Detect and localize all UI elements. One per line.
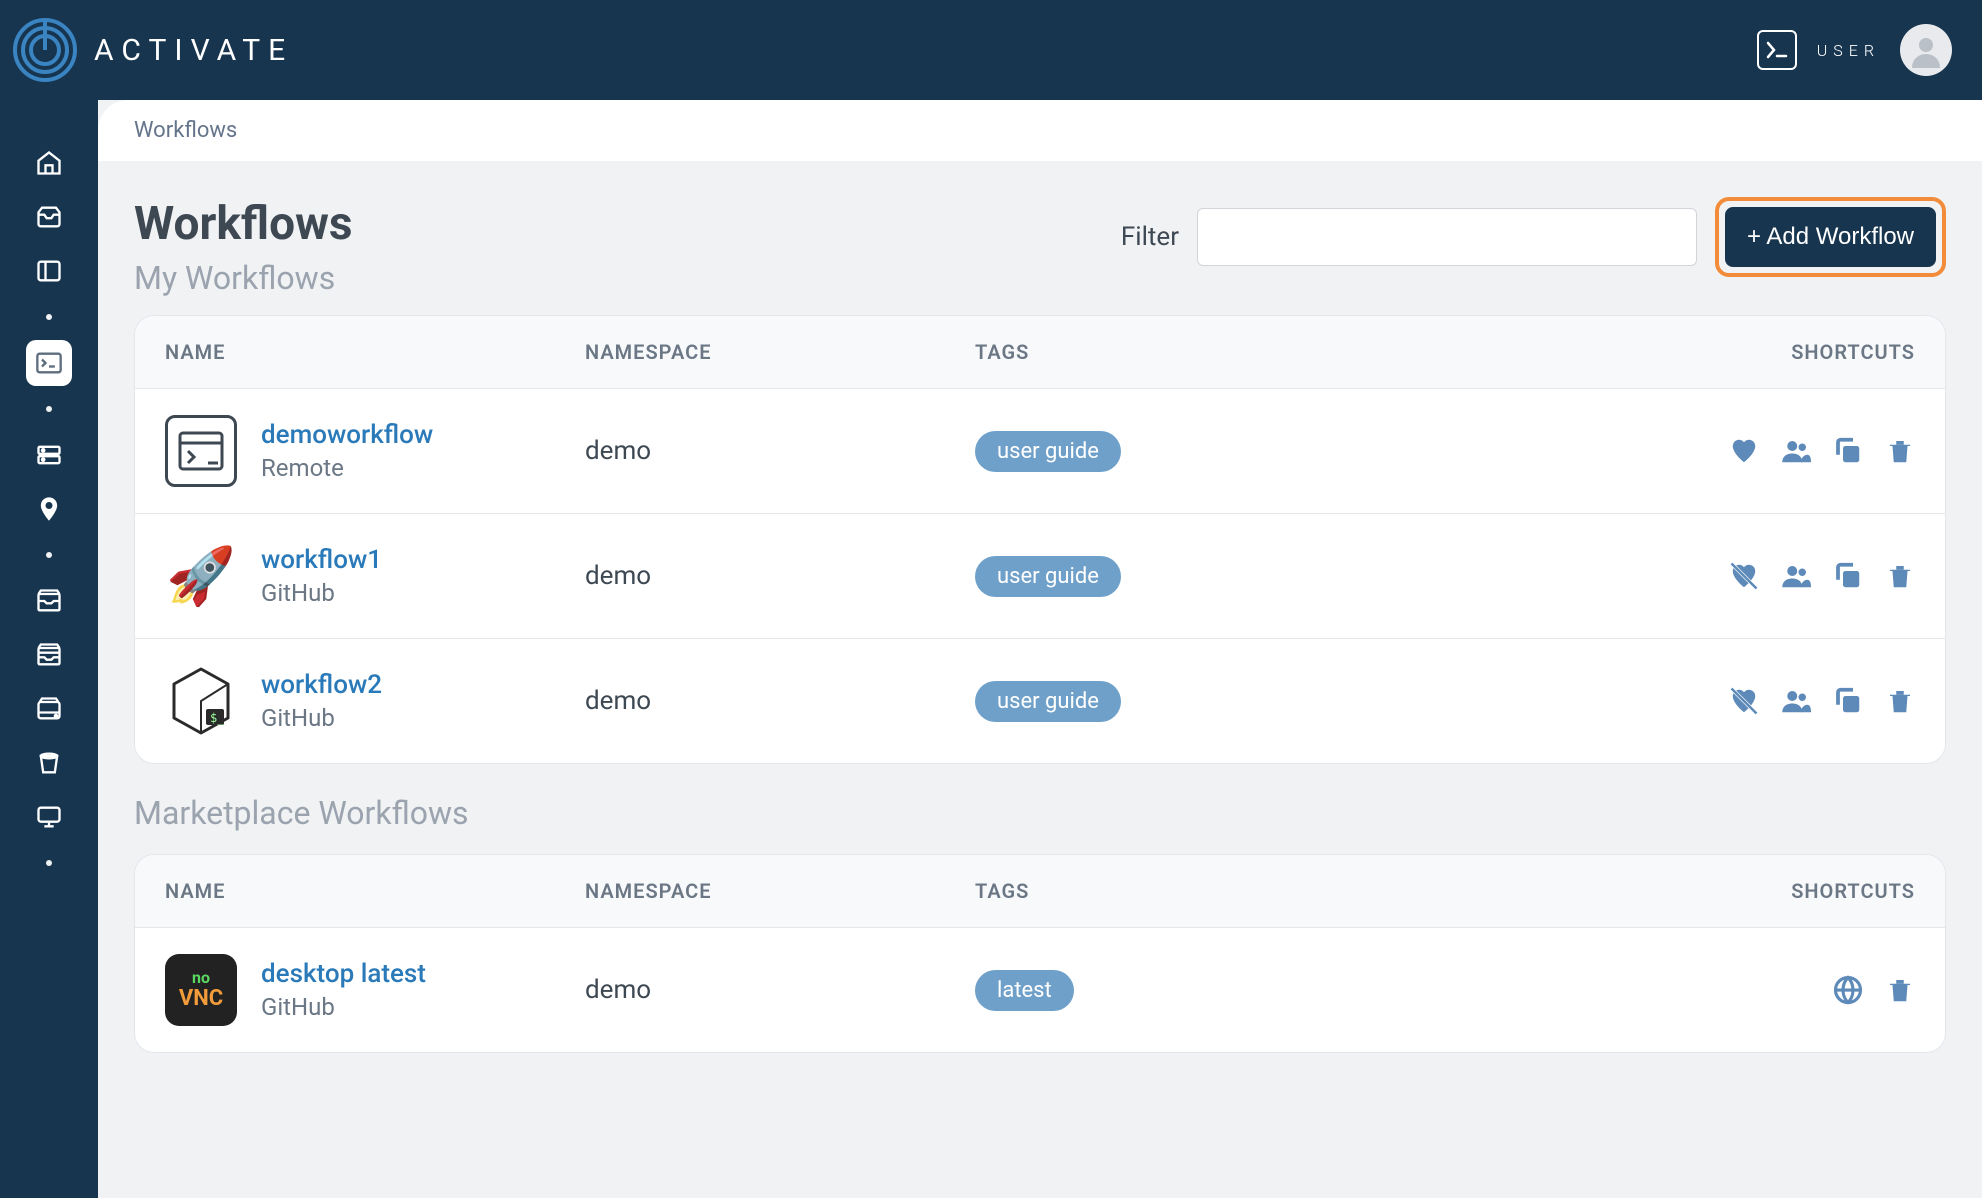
- workflow-tag[interactable]: user guide: [975, 681, 1121, 722]
- users-icon[interactable]: [1781, 436, 1811, 466]
- workflow-browser-icon: [165, 415, 237, 487]
- nav-home[interactable]: [26, 140, 72, 186]
- heart-icon[interactable]: [1729, 436, 1759, 466]
- workflow-source: GitHub: [261, 993, 426, 1021]
- topbar-right: USER: [1757, 24, 1952, 76]
- brand-name: ACTIVATE: [94, 33, 293, 68]
- copy-icon[interactable]: [1833, 686, 1863, 716]
- table-row: demoworkflow Remote demo user guide: [135, 389, 1945, 514]
- workflow-namespace: demo: [585, 975, 975, 1005]
- nav-divider: [46, 314, 52, 320]
- workflow-tag[interactable]: user guide: [975, 556, 1121, 597]
- nav-terminal-active[interactable]: [26, 340, 72, 386]
- page-header: Workflows My Workflows Filter + Add Work…: [134, 197, 1946, 297]
- brand[interactable]: ACTIVATE: [10, 15, 293, 85]
- marketplace-workflows-table: NAME NAMESPACE TAGS SHORTCUTS noVNC desk…: [134, 854, 1946, 1053]
- brand-logo-icon: [10, 15, 80, 85]
- marketplace-section-title: Marketplace Workflows: [134, 794, 1946, 832]
- th-shortcuts: SHORTCUTS: [1685, 340, 1915, 364]
- sidebar: [0, 100, 98, 1198]
- workflow-cube-icon: $_: [165, 665, 237, 737]
- nav-panel[interactable]: [26, 248, 72, 294]
- svg-text:$_: $_: [210, 711, 225, 725]
- nav-bucket[interactable]: [26, 740, 72, 786]
- th-namespace: NAMESPACE: [585, 340, 975, 364]
- terminal-button[interactable]: [1757, 30, 1797, 70]
- user-avatar[interactable]: [1900, 24, 1952, 76]
- workflow-link[interactable]: workflow2: [261, 670, 382, 700]
- nav-archive[interactable]: [26, 578, 72, 624]
- users-icon[interactable]: [1781, 686, 1811, 716]
- user-label: USER: [1817, 41, 1880, 60]
- nav-drive[interactable]: [26, 686, 72, 732]
- page-subtitle: My Workflows: [134, 259, 353, 297]
- topbar: ACTIVATE USER: [0, 0, 1982, 100]
- workflow-rocket-icon: 🚀: [165, 540, 237, 612]
- workflow-vnc-icon: noVNC: [165, 954, 237, 1026]
- add-workflow-highlight: + Add Workflow: [1715, 197, 1946, 277]
- filter-input[interactable]: [1197, 208, 1697, 266]
- table-header: NAME NAMESPACE TAGS SHORTCUTS: [135, 855, 1945, 928]
- trash-icon[interactable]: [1885, 436, 1915, 466]
- table-row: 🚀 workflow1 GitHub demo user guide: [135, 514, 1945, 639]
- th-name: NAME: [165, 340, 585, 364]
- th-tags: TAGS: [975, 879, 1685, 903]
- users-icon[interactable]: [1781, 561, 1811, 591]
- filter-label: Filter: [1121, 222, 1179, 252]
- th-shortcuts: SHORTCUTS: [1685, 879, 1915, 903]
- table-row: noVNC desktop latest GitHub demo latest: [135, 928, 1945, 1052]
- nav-server[interactable]: [26, 432, 72, 478]
- breadcrumb: Workflows: [98, 100, 1982, 161]
- nav-divider: [46, 860, 52, 866]
- add-workflow-button[interactable]: + Add Workflow: [1725, 207, 1936, 267]
- nav-drawer[interactable]: [26, 632, 72, 678]
- breadcrumb-text[interactable]: Workflows: [134, 118, 237, 143]
- globe-icon[interactable]: [1833, 975, 1863, 1005]
- workflow-namespace: demo: [585, 561, 975, 591]
- table-header: NAME NAMESPACE TAGS SHORTCUTS: [135, 316, 1945, 389]
- copy-icon[interactable]: [1833, 561, 1863, 591]
- nav-location[interactable]: [26, 486, 72, 532]
- nav-divider: [46, 406, 52, 412]
- trash-icon[interactable]: [1885, 975, 1915, 1005]
- workflow-link[interactable]: workflow1: [261, 545, 382, 575]
- th-tags: TAGS: [975, 340, 1685, 364]
- th-namespace: NAMESPACE: [585, 879, 975, 903]
- nav-inbox[interactable]: [26, 194, 72, 240]
- trash-icon[interactable]: [1885, 686, 1915, 716]
- workflow-tag[interactable]: latest: [975, 970, 1074, 1011]
- trash-icon[interactable]: [1885, 561, 1915, 591]
- nav-monitor[interactable]: [26, 794, 72, 840]
- workflow-link[interactable]: desktop latest: [261, 959, 426, 989]
- copy-icon[interactable]: [1833, 436, 1863, 466]
- workflow-namespace: demo: [585, 436, 975, 466]
- workflow-tag[interactable]: user guide: [975, 431, 1121, 472]
- my-workflows-table: NAME NAMESPACE TAGS SHORTCUTS demoworkfl…: [134, 315, 1946, 764]
- table-row: $_ workflow2 GitHub demo user guide: [135, 639, 1945, 763]
- workflow-source: Remote: [261, 454, 433, 482]
- page-title: Workflows: [134, 197, 353, 251]
- workflow-namespace: demo: [585, 686, 975, 716]
- workflow-source: GitHub: [261, 579, 382, 607]
- workflow-link[interactable]: demoworkflow: [261, 420, 433, 450]
- heart-off-icon[interactable]: [1729, 686, 1759, 716]
- workflow-source: GitHub: [261, 704, 382, 732]
- main: Workflows Workflows My Workflows Filter …: [98, 100, 1982, 1198]
- heart-off-icon[interactable]: [1729, 561, 1759, 591]
- nav-divider: [46, 552, 52, 558]
- th-name: NAME: [165, 879, 585, 903]
